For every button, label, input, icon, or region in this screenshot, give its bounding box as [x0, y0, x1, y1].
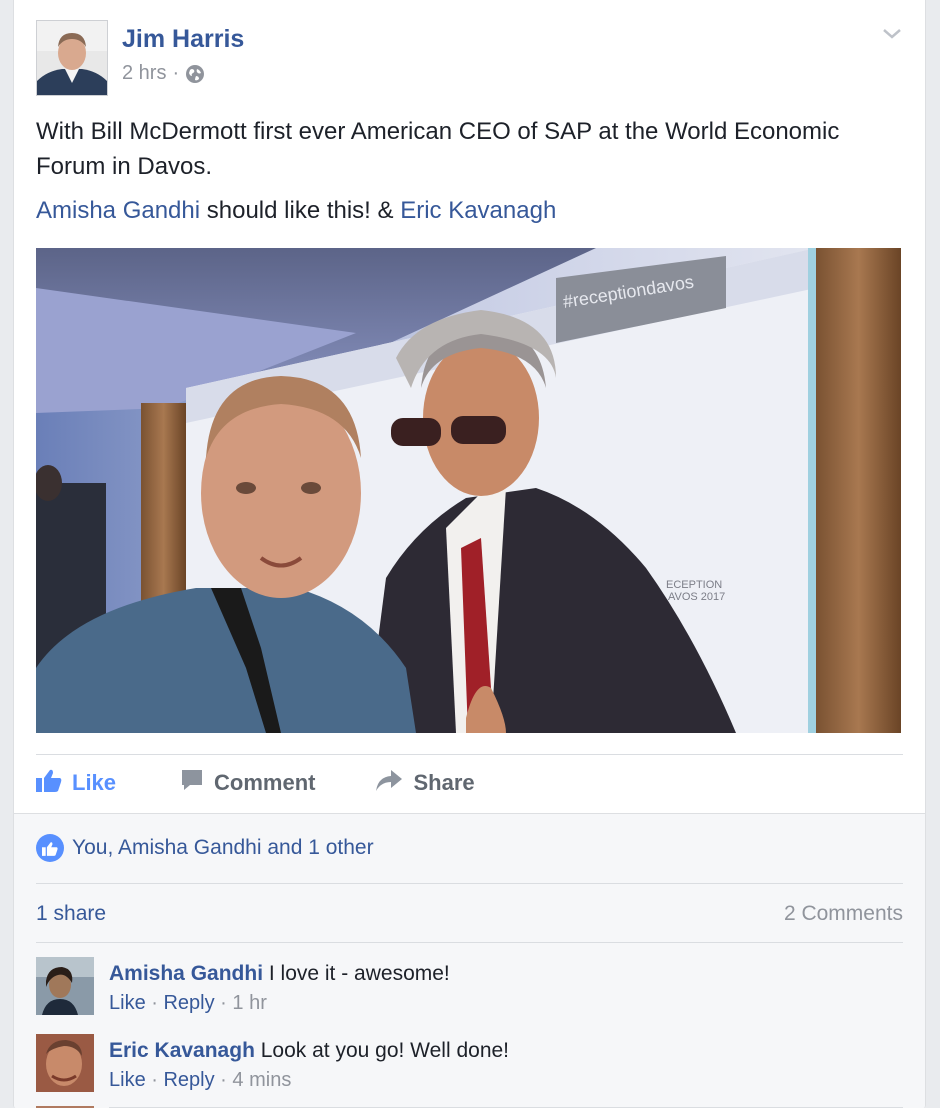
comment-text: Look at you go! Well done!	[254, 1039, 510, 1062]
thumbs-up-icon	[36, 768, 62, 798]
footer-divider	[36, 883, 903, 884]
photo-backdrop-text: ECEPTION	[666, 579, 722, 591]
like-label: Like	[72, 770, 117, 795]
comment-button[interactable]: Comment	[180, 768, 315, 798]
post-photo[interactable]: #receptiondavos ECEPTION AVOS 2017	[36, 248, 901, 733]
comment-reply-link[interactable]: Reply	[163, 992, 214, 1014]
post-card: Jim Harris 2 hrs · With Bill McDermott f…	[13, 0, 926, 1108]
commenter-name[interactable]: Amisha Gandhi	[109, 962, 263, 985]
post-meta: 2 hrs ·	[122, 62, 205, 85]
comment-item: Eric Kavanagh Look at you go! Well done!…	[36, 1034, 903, 1098]
comment-body: Amisha Gandhi I love it - awesome!	[109, 959, 450, 989]
comment-separator: ·	[214, 992, 233, 1014]
mention-eric[interactable]: Eric Kavanagh	[400, 197, 556, 224]
comments-count[interactable]: 2 Comments	[784, 902, 903, 926]
post-footer: You, Amisha Gandhi and 1 other 1 share 2…	[14, 813, 925, 1108]
share-button[interactable]: Share	[375, 768, 475, 798]
like-badge-icon	[36, 834, 64, 862]
likes-text: You, Amisha Gandhi and 1 other	[72, 836, 374, 859]
comment-separator: ·	[145, 1069, 164, 1091]
mention-text: should like this! &	[200, 197, 401, 224]
comment-label: Comment	[214, 770, 316, 795]
commenter-name[interactable]: Eric Kavanagh	[109, 1039, 255, 1062]
comment-like-link[interactable]: Like	[109, 1069, 146, 1091]
post-text: With Bill McDermott first ever American …	[36, 118, 840, 180]
comments-divider	[36, 942, 903, 943]
comment-text: I love it - awesome!	[263, 962, 450, 985]
comment-time[interactable]: 4 mins	[232, 1069, 291, 1091]
chevron-down-icon[interactable]	[880, 22, 904, 46]
comment-icon	[180, 768, 204, 798]
comment-separator: ·	[214, 1069, 233, 1091]
post-time[interactable]: 2 hrs	[122, 62, 166, 85]
comment-item: Amisha Gandhi I love it - awesome! Like …	[36, 957, 903, 1021]
post-mentions: Amisha Gandhi should like this! & Eric K…	[36, 193, 906, 228]
globe-icon[interactable]	[185, 64, 205, 84]
shares-count[interactable]: 1 share	[36, 902, 106, 926]
likes-summary[interactable]: You, Amisha Gandhi and 1 other	[36, 834, 374, 862]
mention-amisha[interactable]: Amisha Gandhi	[36, 197, 200, 224]
comment-like-link[interactable]: Like	[109, 992, 146, 1014]
like-button[interactable]: Like	[36, 768, 116, 798]
author-avatar[interactable]	[36, 20, 108, 96]
comment-separator: ·	[145, 992, 164, 1014]
commenter-avatar[interactable]	[36, 957, 94, 1015]
comment-actions: Like · Reply · 4 mins	[109, 1069, 291, 1092]
meta-separator: ·	[172, 62, 180, 84]
share-arrow-icon	[375, 768, 403, 798]
comment-reply-link[interactable]: Reply	[163, 1069, 214, 1091]
actions-divider	[36, 754, 903, 755]
comment-actions: Like · Reply · 1 hr	[109, 992, 267, 1015]
comment-time[interactable]: 1 hr	[232, 992, 266, 1014]
post-actions: Like Comment Share	[36, 760, 903, 806]
commenter-avatar[interactable]	[36, 1034, 94, 1092]
author-name[interactable]: Jim Harris	[122, 25, 244, 54]
svg-text:AVOS 2017: AVOS 2017	[668, 591, 725, 603]
share-label: Share	[413, 770, 475, 795]
comment-body: Eric Kavanagh Look at you go! Well done!	[109, 1036, 509, 1066]
